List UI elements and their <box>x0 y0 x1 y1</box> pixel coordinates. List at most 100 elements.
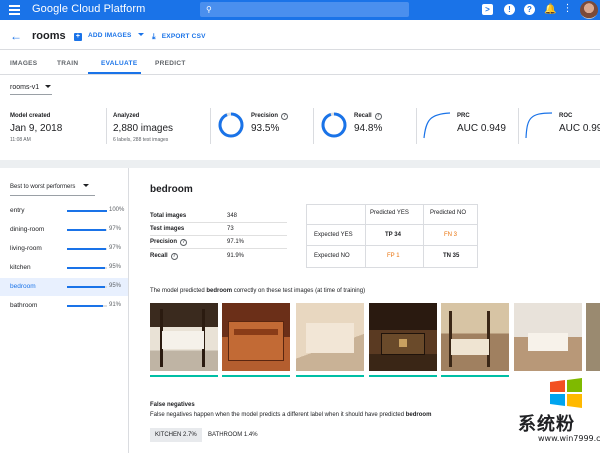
metric-label: Recall? <box>150 253 178 260</box>
metric-value: 348 <box>227 213 238 219</box>
help-circle-icon[interactable]: ? <box>281 113 289 120</box>
more-vert-icon[interactable]: ⋮ <box>562 4 573 15</box>
performer-value: 95% <box>109 264 122 270</box>
cm-divider <box>423 205 424 267</box>
cm-divider <box>307 224 477 225</box>
metric-divider <box>150 235 287 236</box>
help-circle-icon[interactable]: ? <box>180 239 188 246</box>
prc-value: AUC 0.949 <box>457 123 506 134</box>
tab-images[interactable]: IMAGES <box>10 60 37 67</box>
test-image-thumbnail[interactable] <box>222 303 290 371</box>
cm-true-positive[interactable]: TP 34 <box>385 232 401 238</box>
model-created-label: Model created <box>10 113 51 119</box>
performer-row-living-room[interactable]: living-room 97% <box>0 240 128 258</box>
tab-predict[interactable]: PREDICT <box>155 60 186 67</box>
test-image-thumbnail[interactable] <box>150 303 218 371</box>
performer-label: living-room <box>10 245 42 252</box>
panel-divider <box>128 168 129 453</box>
add-box-icon: + <box>74 33 82 41</box>
performer-bar-fill <box>67 267 105 269</box>
app-brand[interactable]: Google Cloud Platform <box>32 3 145 15</box>
help-icon[interactable]: ? <box>524 4 535 15</box>
search-bar[interactable]: ⚲ <box>200 2 409 17</box>
console-icon[interactable]: > <box>482 4 493 15</box>
back-arrow-icon[interactable]: ← <box>10 29 22 43</box>
account-avatar[interactable] <box>580 1 598 19</box>
performer-bar-fill <box>67 210 107 212</box>
false-negative-chip-bathroom[interactable]: BATHROOM 1.4% <box>203 428 263 442</box>
metric-value: 91.9% <box>227 253 245 259</box>
performer-bar-fill <box>67 248 106 250</box>
performer-value: 91% <box>109 302 122 308</box>
dropdown-caret-icon <box>137 33 144 36</box>
prc-curve-icon <box>423 112 451 139</box>
cm-divider <box>307 245 477 246</box>
performer-bar-fill <box>67 305 104 307</box>
alert-icon[interactable]: ! <box>504 4 515 15</box>
header-divider <box>0 49 600 50</box>
cm-false-positive[interactable]: FP 1 <box>387 253 400 259</box>
performer-label: kitchen <box>10 264 31 271</box>
tab-evaluate[interactable]: EVALUATE <box>101 60 137 67</box>
performer-row-bedroom[interactable]: bedroom 95% <box>0 278 128 296</box>
correct-indicator-bar <box>441 375 509 377</box>
recall-ring-chart <box>321 112 347 138</box>
model-created-value: Jan 9, 2018 <box>10 123 63 134</box>
test-image-thumbnail[interactable] <box>586 303 600 371</box>
performer-bar <box>67 229 107 231</box>
performer-value: 100% <box>109 207 125 213</box>
stat-divider <box>416 108 417 144</box>
sort-select[interactable]: Best to worst performers <box>10 184 90 190</box>
performer-row-dining-room[interactable]: dining-room 97% <box>0 221 128 239</box>
stat-divider <box>313 108 314 144</box>
menu-icon[interactable] <box>9 5 20 15</box>
test-image-thumbnail[interactable] <box>296 303 364 371</box>
performer-row-kitchen[interactable]: kitchen 95% <box>0 259 128 277</box>
analyzed-label: Analyzed <box>113 113 140 119</box>
roc-value: AUC 0.997 <box>559 123 600 134</box>
help-circle-icon[interactable]: ? <box>170 253 178 260</box>
correct-indicator-bar <box>369 375 437 377</box>
export-csv-button[interactable]: ⤓ EXPORT CSV <box>152 32 206 42</box>
tab-train[interactable]: TRAIN <box>57 60 78 67</box>
add-images-button[interactable]: + ADD IMAGES <box>74 32 144 41</box>
test-image-thumbnail[interactable] <box>369 303 437 371</box>
recall-value: 94.8% <box>354 123 383 134</box>
correct-indicator-bar <box>296 375 364 377</box>
test-image-thumbnail[interactable] <box>514 303 582 371</box>
roc-curve-icon <box>525 112 553 139</box>
precision-value: 93.5% <box>251 123 280 134</box>
recall-label: Recall? <box>354 113 382 120</box>
help-circle-icon[interactable]: ? <box>374 113 382 120</box>
metric-value: 73 <box>227 226 234 232</box>
false-negative-chip-kitchen[interactable]: KITCHEN 2.7% <box>150 428 202 442</box>
cm-row-header: Expected YES <box>314 232 353 238</box>
stat-divider <box>210 108 211 144</box>
performer-row-entry[interactable]: entry 100% <box>0 202 128 220</box>
false-negatives-description: False negatives happen when the model pr… <box>150 412 432 418</box>
notifications-icon[interactable]: 🔔 <box>544 4 556 15</box>
sort-select-underline <box>10 195 95 196</box>
model-created-time: 11:08 AM <box>10 137 31 143</box>
performer-bar <box>67 286 107 288</box>
model-select-underline <box>10 94 52 95</box>
roc-label: ROC <box>559 113 573 119</box>
cm-true-negative[interactable]: TN 35 <box>443 253 459 259</box>
performer-value: 97% <box>109 245 122 251</box>
performer-bar-fill <box>67 229 106 231</box>
metric-label: Precision? <box>150 239 188 246</box>
performer-bar <box>67 305 107 307</box>
model-select[interactable]: rooms-v1 <box>10 84 52 91</box>
tabs-divider <box>0 74 600 75</box>
cm-col-header: Predicted NO <box>430 210 467 216</box>
performer-label: dining-room <box>10 226 45 233</box>
cm-col-header: Predicted YES <box>370 210 409 216</box>
performer-value: 95% <box>109 283 122 289</box>
precision-ring-chart <box>218 112 244 138</box>
cm-false-negative[interactable]: FN 3 <box>444 232 457 238</box>
label-detail-title: bedroom <box>150 184 193 195</box>
test-image-thumbnail[interactable] <box>441 303 509 371</box>
dropdown-caret-icon <box>45 85 52 88</box>
performer-row-bathroom[interactable]: bathroom 91% <box>0 297 128 315</box>
watermark-url: www.win7999.com <box>538 434 600 443</box>
